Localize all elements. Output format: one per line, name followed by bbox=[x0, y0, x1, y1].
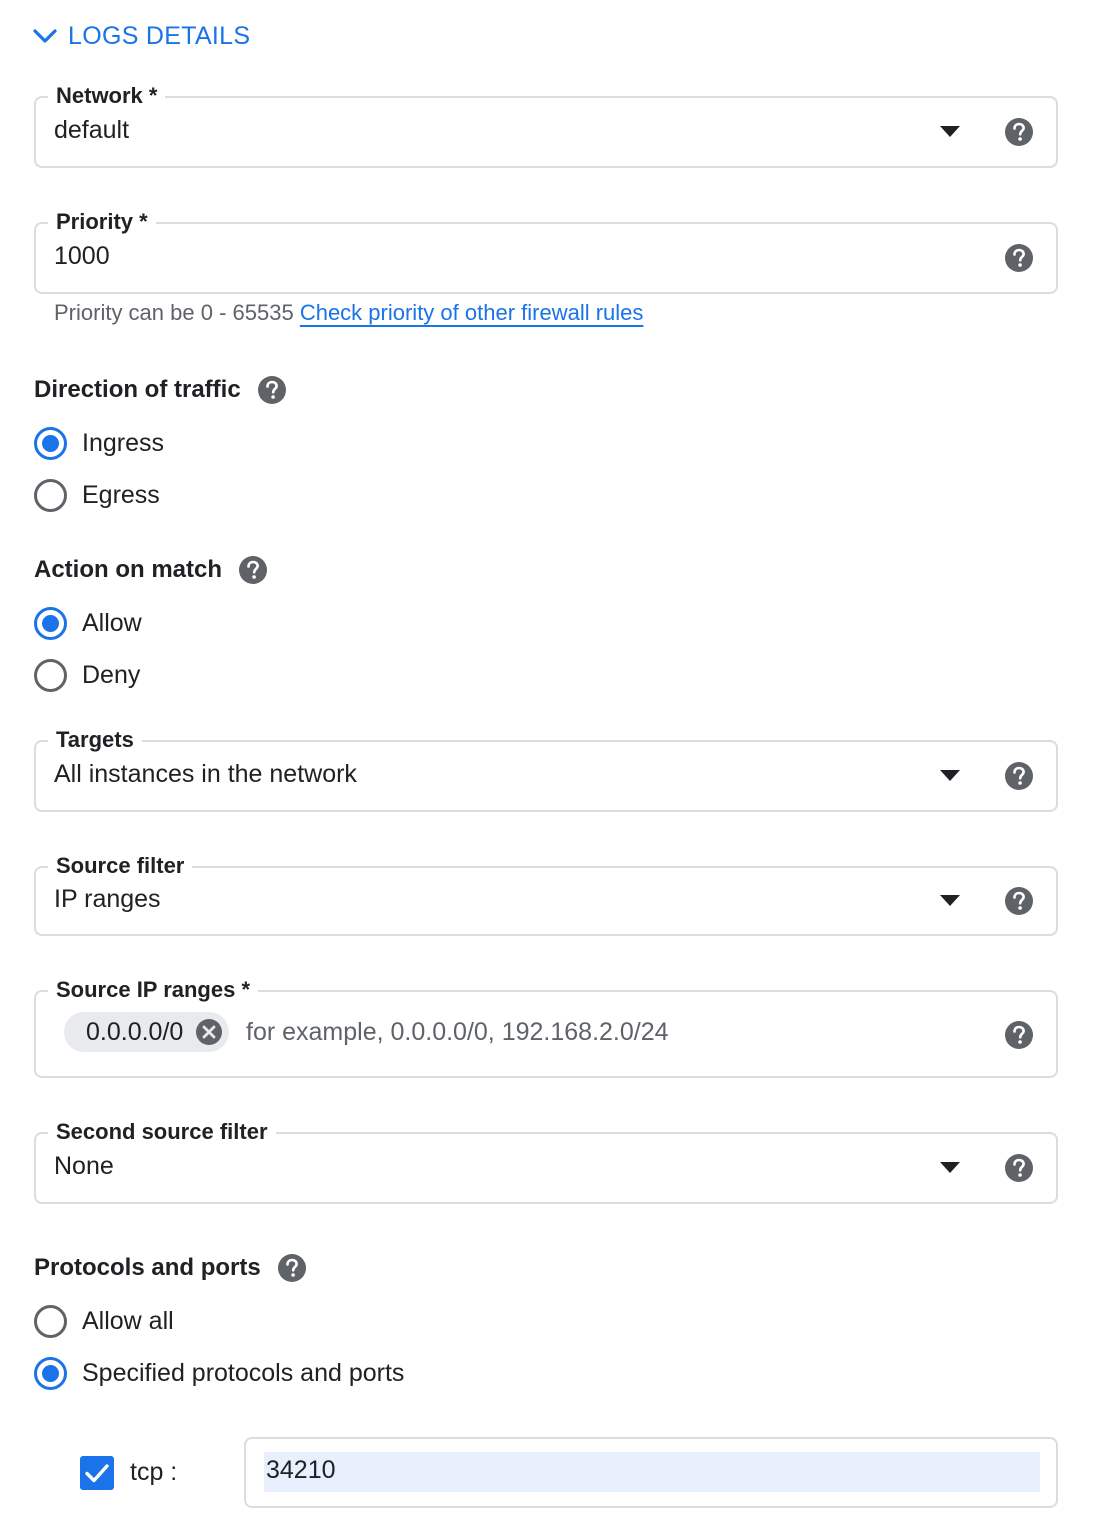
priority-input[interactable]: Priority * 1000 bbox=[34, 207, 1058, 294]
targets-label: Targets bbox=[48, 725, 142, 755]
radio-label: Specified protocols and ports bbox=[82, 1358, 405, 1387]
radio-label: Allow bbox=[82, 608, 142, 637]
logs-details-toggle[interactable]: LOGS DETAILS bbox=[30, 18, 250, 54]
dropdown-arrow-icon bbox=[940, 895, 960, 906]
logs-details-label: LOGS DETAILS bbox=[68, 21, 251, 50]
source-ip-placeholder: for example, 0.0.0.0/0, 192.168.2.0/24 bbox=[246, 1018, 669, 1046]
source-filter-select[interactable]: Source filter IP ranges bbox=[34, 851, 1058, 936]
priority-hint: Priority can be 0 - 65535 Check priority… bbox=[54, 300, 643, 326]
remove-chip-icon[interactable] bbox=[195, 1018, 223, 1046]
radio-label: Deny bbox=[82, 660, 141, 689]
radio-button[interactable] bbox=[34, 658, 67, 692]
help-icon[interactable] bbox=[257, 375, 287, 405]
tcp-label: tcp : bbox=[130, 1458, 178, 1486]
targets-value: All instances in the network bbox=[54, 760, 357, 788]
radio-label: Egress bbox=[82, 480, 160, 509]
protocols-title-text: Protocols and ports bbox=[34, 1254, 261, 1281]
targets-select[interactable]: Targets All instances in the network bbox=[34, 725, 1058, 812]
source-ip-ranges-input[interactable]: Source IP ranges * 0.0.0.0/0 for example… bbox=[34, 975, 1058, 1078]
help-icon[interactable] bbox=[1004, 886, 1034, 916]
radio-ingress[interactable]: Ingress bbox=[34, 425, 164, 461]
checkmark-icon bbox=[85, 1464, 109, 1483]
direction-title-text: Direction of traffic bbox=[34, 376, 241, 403]
help-icon[interactable] bbox=[1004, 117, 1034, 147]
network-select[interactable]: Network * default bbox=[34, 81, 1058, 168]
tcp-ports-value[interactable]: 34210 bbox=[266, 1456, 336, 1485]
radio-button[interactable] bbox=[34, 426, 67, 460]
source-filter-label: Source filter bbox=[48, 851, 193, 881]
dropdown-arrow-icon bbox=[940, 126, 960, 137]
radio-label: Ingress bbox=[82, 428, 164, 457]
source-ip-ranges-label: Source IP ranges * bbox=[48, 975, 259, 1005]
help-icon[interactable] bbox=[1004, 243, 1034, 273]
direction-title: Direction of traffic bbox=[34, 375, 287, 405]
radio-button[interactable] bbox=[34, 1356, 67, 1390]
radio-button[interactable] bbox=[34, 1304, 67, 1338]
tcp-ports-input[interactable]: 34210 bbox=[244, 1437, 1058, 1508]
help-icon[interactable] bbox=[238, 555, 268, 585]
protocols-title: Protocols and ports bbox=[34, 1253, 307, 1283]
check-priority-link[interactable]: Check priority of other firewall rules bbox=[300, 300, 644, 325]
network-label: Network * bbox=[48, 81, 166, 111]
help-icon[interactable] bbox=[1004, 761, 1034, 791]
radio-allow-all[interactable]: Allow all bbox=[34, 1303, 174, 1339]
help-icon[interactable] bbox=[1004, 1153, 1034, 1183]
input-highlight bbox=[264, 1452, 1040, 1492]
second-source-filter-value: None bbox=[54, 1152, 114, 1180]
second-source-filter-select[interactable]: Second source filter None bbox=[34, 1117, 1058, 1204]
radio-egress[interactable]: Egress bbox=[34, 477, 160, 513]
chip-text: 0.0.0.0/0 bbox=[86, 1017, 184, 1046]
action-title-text: Action on match bbox=[34, 556, 223, 583]
second-source-filter-label: Second source filter bbox=[48, 1117, 276, 1147]
radio-button[interactable] bbox=[34, 606, 67, 640]
chevron-down-icon bbox=[33, 29, 57, 43]
priority-hint-text: Priority can be 0 - 65535 bbox=[54, 300, 294, 325]
tcp-checkbox[interactable] bbox=[80, 1456, 114, 1490]
help-icon[interactable] bbox=[277, 1253, 307, 1283]
ip-range-chip[interactable]: 0.0.0.0/0 bbox=[64, 1012, 230, 1052]
priority-label: Priority * bbox=[48, 207, 156, 237]
priority-value[interactable]: 1000 bbox=[54, 242, 110, 271]
dropdown-arrow-icon bbox=[940, 1162, 960, 1173]
network-value: default bbox=[54, 116, 130, 144]
radio-allow[interactable]: Allow bbox=[34, 605, 142, 641]
radio-button[interactable] bbox=[34, 478, 67, 512]
source-filter-value: IP ranges bbox=[54, 885, 161, 913]
radio-specified-protocols[interactable]: Specified protocols and ports bbox=[34, 1355, 404, 1391]
radio-label: Allow all bbox=[82, 1306, 174, 1335]
dropdown-arrow-icon bbox=[940, 770, 960, 781]
action-title: Action on match bbox=[34, 555, 268, 585]
help-icon[interactable] bbox=[1004, 1020, 1034, 1050]
radio-deny[interactable]: Deny bbox=[34, 657, 140, 693]
